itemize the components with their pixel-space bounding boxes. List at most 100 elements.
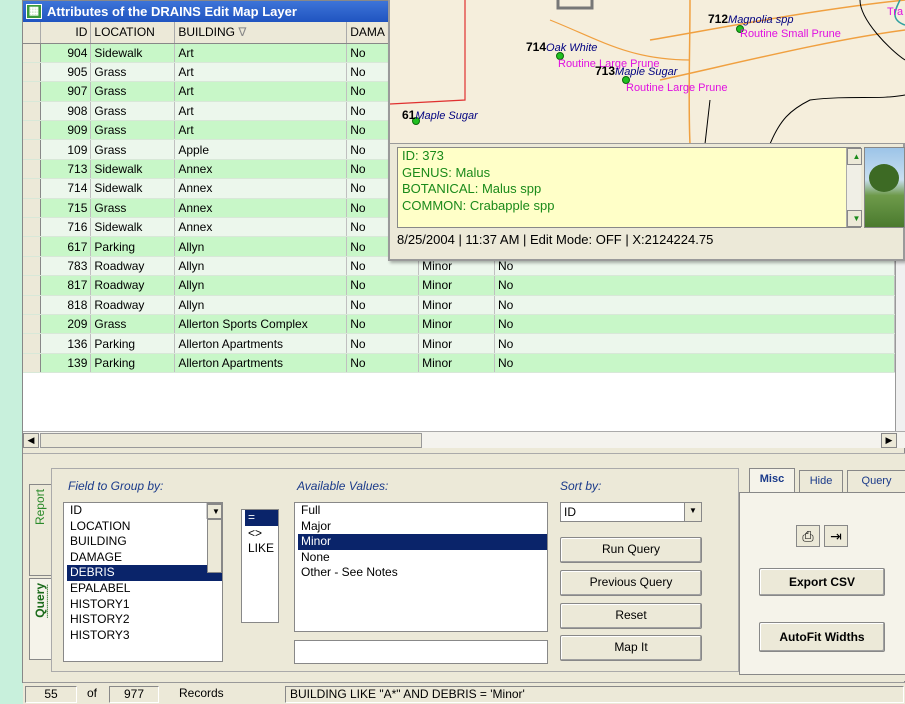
cell-id[interactable]: 715 — [40, 198, 92, 219]
values-list[interactable]: Full Major Minor None Other - See Notes — [294, 502, 548, 632]
cell-extra[interactable]: No — [494, 314, 895, 335]
row-selector[interactable] — [23, 256, 42, 277]
cell-location[interactable]: Grass — [90, 101, 176, 122]
cell-extra[interactable]: No — [494, 295, 895, 315]
cell-id[interactable]: 907 — [40, 81, 92, 102]
field-list-item[interactable]: DAMAGE — [67, 550, 222, 566]
row-selector[interactable] — [23, 236, 42, 257]
cell-debris[interactable]: Minor — [418, 353, 495, 374]
cell-building[interactable]: Art — [174, 101, 348, 122]
exit-icon[interactable]: ⇥ — [824, 525, 848, 547]
info-scrollbar[interactable]: ▲ ▼ — [846, 148, 862, 227]
cell-id[interactable]: 818 — [40, 295, 92, 315]
cell-extra[interactable]: No — [494, 275, 895, 296]
field-list-item[interactable]: HISTORY2 — [67, 612, 222, 628]
cell-location[interactable]: Sidewalk — [90, 159, 176, 180]
scroll-right-icon[interactable]: ▶ — [881, 433, 897, 448]
value-list-item[interactable]: Other - See Notes — [298, 565, 547, 581]
row-selector[interactable] — [23, 159, 42, 180]
cell-debris[interactable]: Minor — [418, 295, 495, 315]
value-input[interactable] — [294, 640, 548, 664]
reset-button[interactable]: Reset — [560, 603, 702, 629]
cell-damage[interactable]: No — [346, 295, 420, 315]
value-list-item[interactable]: Full — [298, 503, 547, 519]
row-selector[interactable] — [23, 217, 42, 238]
cell-debris[interactable]: Minor — [418, 314, 495, 335]
row-selector[interactable] — [23, 333, 42, 354]
cell-id[interactable]: 139 — [40, 353, 92, 374]
cell-building[interactable]: Allerton Apartments — [174, 333, 348, 354]
cell-id[interactable]: 905 — [40, 62, 92, 83]
cell-building[interactable]: Apple — [174, 139, 348, 160]
table-row[interactable]: 139 Parking Allerton Apartments No Minor No — [23, 353, 895, 374]
row-selector[interactable] — [23, 62, 42, 83]
cell-location[interactable]: Sidewalk — [90, 217, 176, 238]
cell-damage[interactable]: No — [346, 353, 420, 374]
field-list[interactable]: ID LOCATION BUILDING DAMAGE DEBRIS EPALABEL HI… — [63, 502, 223, 662]
cell-location[interactable]: Grass — [90, 139, 176, 160]
sort-by-select[interactable]: ID ▼ — [560, 502, 702, 522]
operator-list[interactable]: = <> LIKE — [241, 509, 279, 623]
table-row[interactable]: 818 Roadway Allyn No Minor No — [23, 295, 895, 315]
scroll-left-icon[interactable]: ◀ — [23, 433, 39, 448]
column-header-building[interactable]: BUILDING ∇ — [174, 22, 348, 44]
scroll-up-icon[interactable]: ▲ — [847, 148, 862, 165]
column-header-location[interactable]: LOCATION — [90, 22, 176, 44]
tree-label-713[interactable]: 713Maple Sugar — [595, 64, 677, 78]
cell-id[interactable]: 136 — [40, 333, 92, 354]
scroll-thumb[interactable] — [207, 519, 222, 573]
scroll-thumb[interactable] — [40, 433, 422, 448]
cell-id[interactable]: 909 — [40, 120, 92, 141]
cell-location[interactable]: Roadway — [90, 295, 176, 315]
cell-id[interactable]: 109 — [40, 139, 92, 160]
operator-item[interactable]: LIKE — [245, 541, 278, 557]
cell-id[interactable]: 716 — [40, 217, 92, 238]
tab-hide[interactable]: Hide — [799, 470, 843, 492]
cell-damage[interactable]: No — [346, 275, 420, 296]
cell-building[interactable]: Allyn — [174, 256, 348, 277]
cell-location[interactable]: Parking — [90, 353, 176, 374]
cell-building[interactable]: Art — [174, 120, 348, 141]
cell-building[interactable]: Annex — [174, 198, 348, 219]
cell-location[interactable]: Grass — [90, 81, 176, 102]
field-list-item[interactable]: LOCATION — [67, 519, 222, 535]
tree-label-61[interactable]: 61Maple Sugar — [402, 108, 478, 122]
cell-building[interactable]: Allerton Sports Complex — [174, 314, 348, 335]
row-selector[interactable] — [23, 81, 42, 102]
cell-location[interactable]: Roadway — [90, 256, 176, 277]
grid-horizontal-scrollbar[interactable]: ◀ ▶ — [23, 431, 905, 448]
row-selector[interactable] — [23, 120, 42, 141]
cell-building[interactable]: Annex — [174, 217, 348, 238]
map-canvas[interactable]: 712Magnolia spp Routine Small Prune 714O… — [390, 0, 905, 144]
chevron-down-icon[interactable]: ▼ — [684, 503, 701, 521]
cell-damage[interactable]: No — [346, 314, 420, 335]
field-list-item[interactable]: DEBRIS — [67, 565, 222, 581]
tab-report[interactable]: Report — [29, 484, 51, 576]
cell-building[interactable]: Annex — [174, 159, 348, 180]
export-csv-button[interactable]: Export CSV — [759, 568, 885, 596]
table-row[interactable]: 817 Roadway Allyn No Minor No — [23, 275, 895, 296]
field-list-item[interactable]: HISTORY3 — [67, 628, 222, 644]
cell-building[interactable]: Allyn — [174, 236, 348, 257]
cell-building[interactable]: Allerton Apartments — [174, 353, 348, 374]
cell-id[interactable]: 783 — [40, 256, 92, 277]
cell-extra[interactable]: No — [494, 353, 895, 374]
cell-id[interactable]: 817 — [40, 275, 92, 296]
cell-building[interactable]: Art — [174, 62, 348, 83]
field-list-item[interactable]: EPALABEL — [67, 581, 222, 597]
tab-query[interactable]: Query — [29, 578, 51, 660]
cell-location[interactable]: Sidewalk — [90, 178, 176, 199]
row-selector[interactable] — [23, 314, 42, 335]
previous-query-button[interactable]: Previous Query — [560, 570, 702, 596]
cell-location[interactable]: Sidewalk — [90, 43, 176, 63]
cell-building[interactable]: Annex — [174, 178, 348, 199]
tab-misc[interactable]: Misc — [749, 468, 795, 492]
row-selector[interactable] — [23, 178, 42, 199]
run-query-button[interactable]: Run Query — [560, 537, 702, 563]
tree-label-714[interactable]: 714Oak White — [526, 40, 597, 54]
tree-photo[interactable] — [864, 147, 905, 228]
cell-building[interactable]: Allyn — [174, 295, 348, 315]
cell-location[interactable]: Grass — [90, 198, 176, 219]
cell-id[interactable]: 617 — [40, 236, 92, 257]
cell-location[interactable]: Parking — [90, 333, 176, 354]
